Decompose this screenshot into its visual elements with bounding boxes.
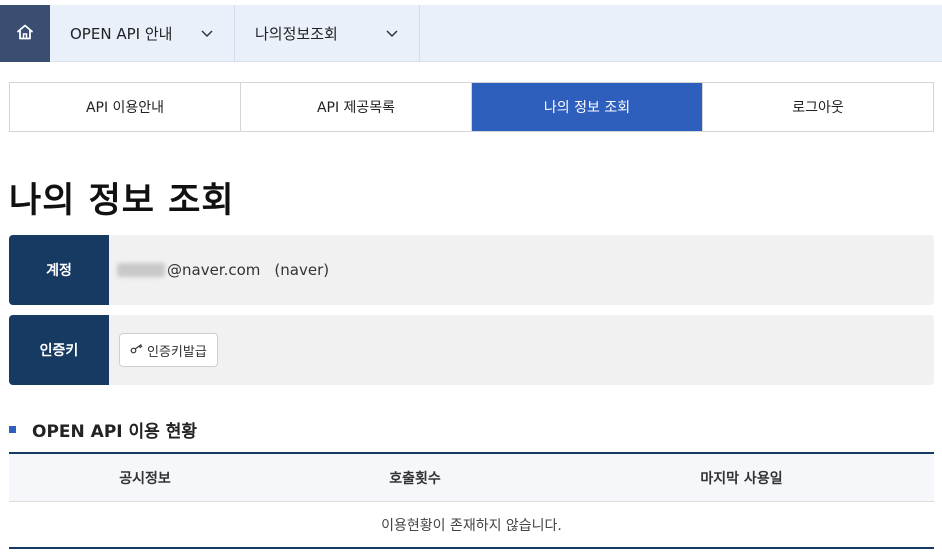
chevron-down-icon [385, 27, 399, 41]
breadcrumb-openapi-dropdown[interactable]: OPEN API 안내 [50, 5, 235, 62]
page-title: 나의 정보 조회 [9, 181, 235, 221]
column-header-disclosure: 공시정보 [119, 470, 171, 487]
usage-section-title: OPEN API 이용 현황 [32, 422, 198, 442]
redacted-account-id [117, 263, 165, 277]
tab-logout[interactable]: 로그아웃 [703, 83, 933, 131]
account-value: @naver.com (naver) [109, 261, 329, 279]
breadcrumb-myinfo-dropdown[interactable]: 나의정보조회 [235, 5, 420, 62]
account-email-domain: @naver.com [167, 261, 261, 279]
home-icon [16, 23, 34, 45]
chevron-down-icon [200, 27, 214, 41]
tab-api-list[interactable]: API 제공목록 [241, 83, 472, 131]
top-navigation: OPEN API 안내 나의정보조회 [0, 5, 942, 62]
usage-section-header: OPEN API 이용 현황 [9, 417, 197, 442]
tab-api-guide[interactable]: API 이용안내 [10, 83, 241, 131]
auth-key-label: 인증키 [9, 315, 109, 385]
usage-table: 공시정보 호출횟수 마지막 사용일 이용현황이 존재하지 않습니다. [9, 452, 934, 549]
auth-key-row: 인증키 인증키발급 [9, 315, 934, 385]
issue-auth-key-label: 인증키발급 [147, 344, 207, 360]
account-row: 계정 @naver.com (naver) [9, 235, 934, 305]
table-empty-message: 이용현황이 존재하지 않습니다. [381, 517, 562, 534]
square-bullet-icon [9, 426, 16, 433]
account-label: 계정 [9, 235, 109, 305]
column-header-call-count: 호출횟수 [389, 470, 441, 487]
column-header-last-used: 마지막 사용일 [700, 470, 783, 487]
main-tabs: API 이용안내 API 제공목록 나의 정보 조회 로그아웃 [9, 82, 934, 132]
breadcrumb-label: OPEN API 안내 [70, 25, 173, 43]
home-button[interactable] [0, 5, 50, 62]
issue-auth-key-button[interactable]: 인증키발급 [119, 333, 218, 367]
table-header-row: 공시정보 호출횟수 마지막 사용일 [9, 454, 934, 502]
key-icon [130, 343, 144, 358]
breadcrumb-label: 나의정보조회 [255, 25, 338, 43]
tab-my-info[interactable]: 나의 정보 조회 [472, 83, 703, 131]
account-provider: (naver) [274, 261, 330, 279]
